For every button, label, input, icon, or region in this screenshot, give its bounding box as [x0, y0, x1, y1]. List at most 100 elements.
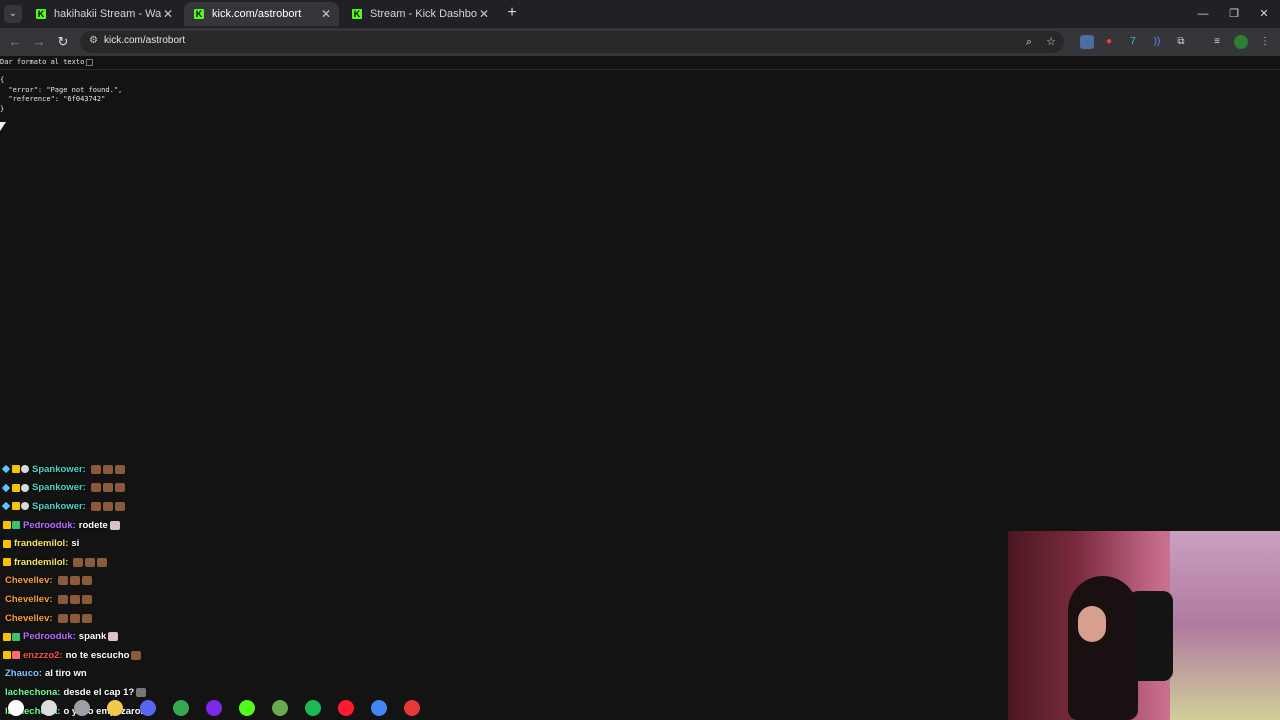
minimize-icon[interactable]: —	[1195, 6, 1211, 22]
sword-badge-icon	[1, 483, 11, 493]
background-shelf	[1170, 531, 1280, 720]
crown-badge-icon	[3, 632, 11, 641]
crown-badge-icon	[3, 521, 11, 530]
windows-taskbar	[0, 696, 490, 720]
crown-badge-icon	[12, 483, 20, 492]
canva-icon[interactable]	[206, 700, 222, 716]
chat-message: Spankower:	[0, 479, 300, 498]
media-controls-icon[interactable]: ≡	[1210, 35, 1224, 49]
profile-avatar-icon[interactable]	[1234, 35, 1248, 49]
taskview-icon[interactable]	[74, 700, 90, 716]
crown-badge-icon	[3, 539, 11, 548]
sword-badge-icon	[1, 465, 11, 474]
opera-icon[interactable]	[338, 700, 354, 716]
crown-badge-icon	[3, 558, 11, 567]
restore-icon[interactable]: ❐	[1226, 6, 1242, 22]
chat-emote-icon	[90, 464, 101, 474]
chat-text: rodete	[78, 519, 108, 531]
kick-favicon-icon: K	[194, 9, 204, 19]
chat-emote-icon	[108, 632, 119, 642]
chat-emote-icon	[69, 594, 80, 604]
address-bar[interactable]: ⚙ kick.com/astrobort ⌕ ☆	[80, 31, 1064, 53]
close-tab-icon[interactable]: ✕	[477, 7, 491, 21]
more-menu-icon[interactable]: ⋮	[1258, 35, 1272, 49]
chrome-profile-icon[interactable]	[371, 700, 387, 716]
crown-badge-icon	[3, 651, 11, 660]
chat-username: Spankower:	[32, 482, 86, 494]
chat-username: enzzzo2:	[23, 649, 63, 661]
pretty-print-toggle[interactable]: Dar formato al texto	[0, 58, 94, 66]
helmet-badge-icon	[21, 502, 29, 511]
chat-username: Pedrooduk:	[23, 519, 76, 531]
tab-title: hakihakii Stream - Watch Live o	[54, 8, 161, 20]
chat-emote-icon	[97, 557, 108, 567]
chat-emote-icon	[57, 594, 68, 604]
chat-emote-icon	[102, 501, 113, 511]
spotify-icon[interactable]	[305, 700, 321, 716]
tab-title: kick.com/astrobort	[212, 8, 302, 20]
chat-message: Pedrooduk: rodete	[0, 516, 300, 535]
chat-username: Spankower:	[32, 463, 86, 475]
close-tab-icon[interactable]: ✕	[319, 7, 333, 21]
minecraft-icon[interactable]	[272, 700, 288, 716]
kick-icon[interactable]	[239, 700, 255, 716]
close-window-icon[interactable]: ✕	[1256, 6, 1272, 22]
close-tab-icon[interactable]: ✕	[161, 7, 175, 21]
mouse-cursor-icon	[0, 122, 6, 131]
chat-emote-icon	[81, 594, 92, 604]
chat-emote-icon	[69, 576, 80, 586]
reload-icon[interactable]: ↻	[55, 34, 71, 50]
extension-wave-icon[interactable]: ))	[1150, 35, 1164, 49]
chat-message: Chevellev:	[0, 572, 300, 591]
divider	[0, 69, 1280, 70]
address-url[interactable]: kick.com/astrobort	[104, 35, 185, 46]
chat-username: Spankower:	[32, 500, 86, 512]
new-tab-icon[interactable]: +	[505, 5, 519, 23]
chat-emote-icon	[114, 464, 125, 474]
chat-message: frandemilol:	[0, 553, 300, 572]
browser-toolbar: ← → ↻ ⚙ kick.com/astrobort ⌕ ☆ ● 7 )) ⧉ …	[0, 28, 1280, 56]
vlc-app-icon[interactable]	[404, 700, 420, 716]
chat-emote-icon	[90, 483, 101, 493]
discord-icon[interactable]	[140, 700, 156, 716]
bookmark-star-icon[interactable]: ☆	[1044, 35, 1058, 49]
chrome-icon[interactable]	[173, 700, 189, 716]
tab-kick-astrobort[interactable]: K kick.com/astrobort ✕	[184, 2, 339, 26]
chat-username: Pedrooduk:	[23, 631, 76, 643]
tab-kick-dashboard[interactable]: K Stream - Kick Dashboard ✕	[342, 2, 497, 26]
pretty-print-label: Dar formato al texto	[0, 58, 85, 66]
chat-emote-icon	[81, 613, 92, 623]
browser-tab-strip: ⌄ K hakihakii Stream - Watch Live o ✕ K …	[0, 0, 1280, 28]
chat-emote-icon	[73, 557, 84, 567]
chat-message: Zhauco: al tiro wn	[0, 665, 300, 684]
forward-icon[interactable]: →	[31, 34, 47, 50]
extension-red-icon[interactable]: ●	[1102, 35, 1116, 49]
chat-message: frandemilol: si	[0, 534, 300, 553]
search-icon[interactable]	[41, 700, 57, 716]
windows-icon[interactable]	[8, 700, 24, 716]
tab-hakihakii[interactable]: K hakihakii Stream - Watch Live o ✕	[26, 2, 181, 26]
kick-favicon-icon: K	[36, 9, 46, 19]
files-icon[interactable]	[107, 700, 123, 716]
extension-screen-icon[interactable]	[1080, 35, 1094, 49]
webcam-overlay	[1008, 531, 1280, 720]
tab-search-chevron-icon[interactable]: ⌄	[4, 5, 22, 23]
chat-emote-icon	[131, 650, 142, 660]
back-icon[interactable]: ←	[7, 34, 23, 50]
chat-emote-icon	[57, 613, 68, 623]
chat-emote-icon	[102, 483, 113, 493]
extension-7tv-icon[interactable]: 7	[1126, 35, 1140, 49]
site-info-icon[interactable]: ⚙	[89, 35, 101, 47]
chat-text: no te escucho	[65, 649, 130, 661]
chat-emote-icon	[69, 613, 80, 623]
chat-message: Pedrooduk: spank	[0, 627, 300, 646]
chat-emote-icon	[81, 576, 92, 586]
zoom-icon[interactable]: ⌕	[1022, 35, 1036, 49]
chat-message: enzzzo2: no te escucho	[0, 646, 300, 665]
extensions-puzzle-icon[interactable]: ⧉	[1174, 35, 1188, 49]
sword-badge-icon	[1, 502, 11, 511]
streamer-hair	[1068, 576, 1138, 720]
chat-text: al tiro wn	[44, 668, 87, 680]
pretty-print-checkbox[interactable]	[86, 58, 94, 66]
chat-username: frandemilol:	[14, 538, 69, 550]
